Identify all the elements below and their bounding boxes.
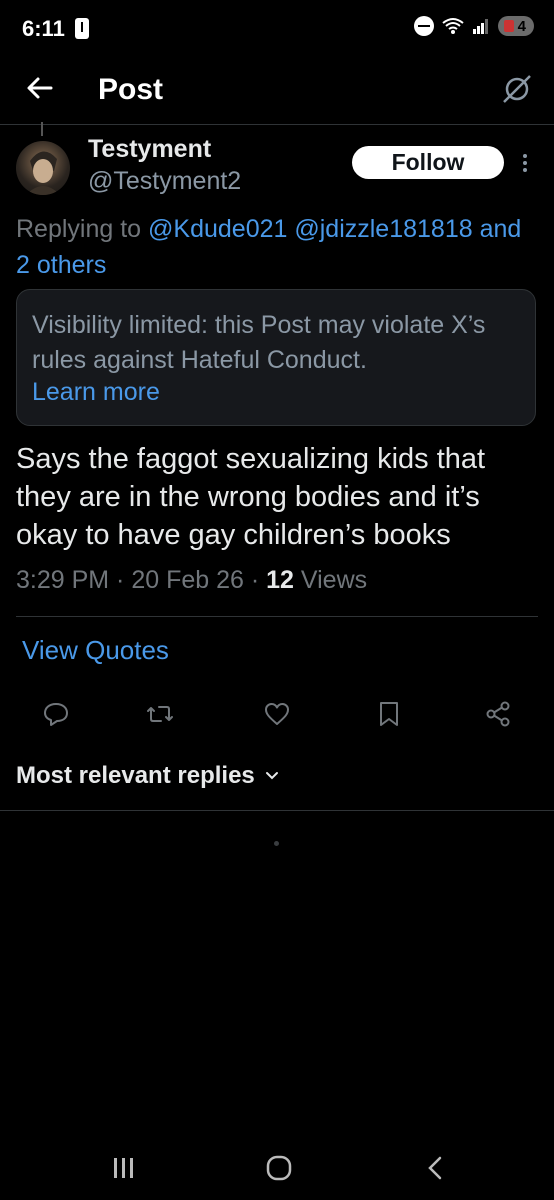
replies-sort-dropdown[interactable]: Most relevant replies bbox=[16, 762, 279, 790]
post-time: 3:29 PM bbox=[16, 566, 110, 594]
wifi-icon bbox=[442, 18, 464, 34]
nav-back-icon[interactable] bbox=[428, 1156, 442, 1180]
meta-separator: · bbox=[243, 566, 267, 594]
replying-to: Replying to @Kdude021 @jdizzle181818 and… bbox=[16, 211, 554, 283]
views-count: 12 bbox=[266, 566, 294, 594]
battery-level: 4 bbox=[517, 17, 526, 35]
page-title: Post bbox=[98, 73, 164, 106]
home-icon[interactable] bbox=[266, 1155, 292, 1181]
follow-button[interactable]: Follow bbox=[352, 146, 504, 179]
avatar-image bbox=[26, 151, 60, 195]
meta-separator: · bbox=[109, 566, 132, 594]
post-date: 20 Feb 26 bbox=[131, 566, 244, 594]
reply-icon[interactable] bbox=[42, 700, 70, 728]
alert-icon bbox=[75, 18, 89, 39]
avatar[interactable] bbox=[16, 141, 70, 195]
post-meta: 3:29 PM · 20 Feb 26 · 12 Views bbox=[16, 566, 367, 595]
chevron-down-icon bbox=[265, 772, 278, 780]
battery-indicator: 4 bbox=[497, 16, 534, 36]
status-icons: 4 bbox=[413, 16, 534, 36]
repost-icon[interactable] bbox=[146, 700, 174, 728]
thread-line bbox=[41, 122, 43, 136]
status-bar: 6:11 4 bbox=[0, 0, 554, 60]
share-icon[interactable] bbox=[484, 700, 512, 728]
visibility-notice-text: Visibility limited: this Post may violat… bbox=[32, 311, 486, 374]
arrow-left-icon[interactable] bbox=[22, 70, 58, 106]
signal-icon bbox=[472, 19, 488, 34]
view-quotes-link[interactable]: View Quotes bbox=[22, 635, 169, 666]
recents-icon[interactable] bbox=[114, 1158, 133, 1178]
meta-divider bbox=[16, 616, 538, 617]
header-divider bbox=[0, 124, 554, 125]
heart-icon[interactable] bbox=[263, 700, 291, 728]
do-not-disturb-icon bbox=[413, 16, 434, 36]
loading-indicator bbox=[274, 841, 279, 846]
bookmark-icon[interactable] bbox=[375, 700, 403, 728]
status-time: 6:11 bbox=[22, 16, 65, 41]
learn-more-link[interactable]: Learn more bbox=[32, 378, 160, 407]
grok-icon[interactable] bbox=[500, 72, 534, 106]
replying-others[interactable]: 2 others bbox=[16, 251, 106, 279]
replies-divider bbox=[0, 810, 554, 811]
post-text: Says the faggot sexualizing kids that th… bbox=[16, 443, 486, 551]
views-label: Views bbox=[300, 566, 368, 594]
author-name[interactable]: Testyment bbox=[88, 135, 211, 164]
system-nav-bar bbox=[114, 1155, 442, 1181]
replying-prefix: Replying to bbox=[16, 215, 149, 243]
author-handle[interactable]: @Testyment2 bbox=[88, 167, 241, 196]
replying-mentions[interactable]: @Kdude021 @jdizzle181818 and bbox=[148, 215, 521, 243]
replies-sort-label: Most relevant replies bbox=[16, 762, 255, 789]
more-options-icon[interactable] bbox=[519, 152, 531, 172]
